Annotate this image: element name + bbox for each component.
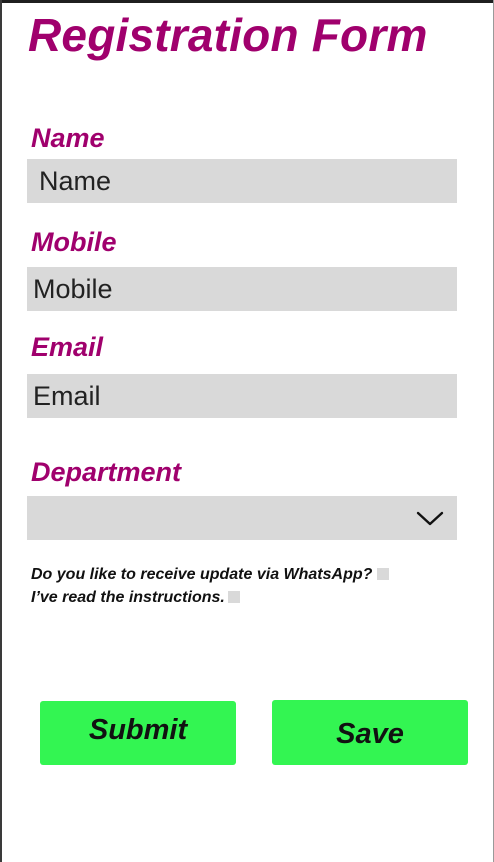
whatsapp-checkbox[interactable] bbox=[377, 568, 390, 580]
department-select[interactable] bbox=[27, 496, 457, 540]
name-label: Name bbox=[31, 123, 105, 153]
mobile-label: Mobile bbox=[31, 227, 117, 257]
page-title: Registration Form bbox=[28, 9, 428, 61]
whatsapp-label: Do you like to receive update via WhatsA… bbox=[31, 566, 373, 583]
email-label: Email bbox=[31, 332, 104, 362]
department-label: Department bbox=[31, 457, 182, 487]
email-input[interactable] bbox=[27, 374, 457, 418]
mobile-input[interactable] bbox=[27, 267, 457, 311]
whatsapp-option: Do you like to receive update via WhatsA… bbox=[31, 566, 390, 584]
chevron-down-icon[interactable] bbox=[415, 507, 445, 529]
name-input[interactable] bbox=[27, 159, 457, 203]
save-button[interactable]: Save bbox=[272, 700, 468, 765]
submit-button[interactable]: Submit bbox=[40, 701, 236, 765]
window-top-border bbox=[0, 0, 494, 3]
instructions-option: I’ve read the instructions. bbox=[31, 589, 240, 607]
window-left-border bbox=[0, 0, 2, 862]
instructions-checkbox[interactable] bbox=[227, 591, 240, 603]
instructions-label: I’ve read the instructions. bbox=[31, 589, 225, 606]
